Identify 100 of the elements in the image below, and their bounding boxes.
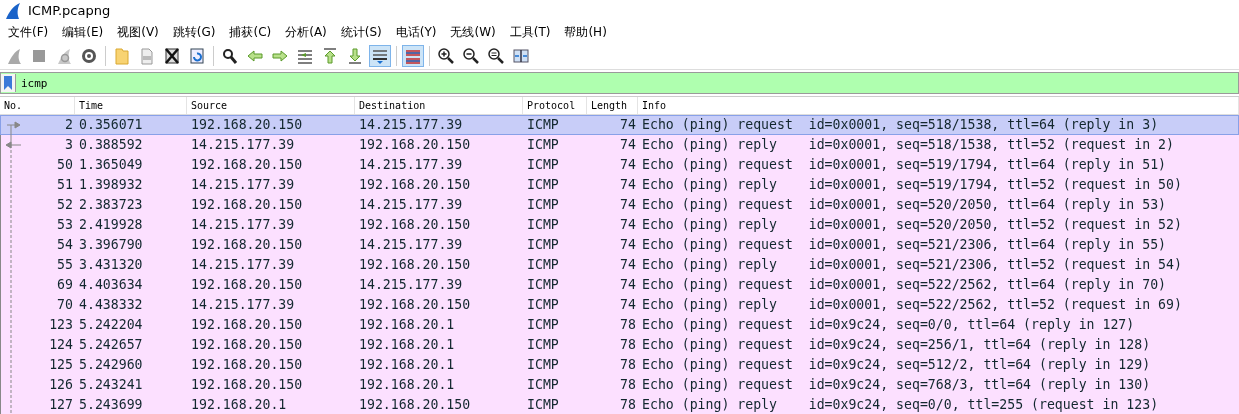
packet-row[interactable]: 3 0.388592 14.215.177.39 192.168.20.150 ICMP 74 Echo (ping) reply id=0x0001, seq=518/1538, ttl=52 (request in 2) — [0, 135, 1239, 155]
table-cell: 5.243241 — [79, 377, 143, 392]
table-cell: 78 — [620, 397, 636, 412]
table-cell: 14.215.177.39 — [359, 117, 463, 132]
colorize-button[interactable] — [402, 45, 424, 67]
table-cell: ICMP — [527, 137, 559, 152]
zoom-out-icon — [462, 47, 480, 65]
stop-icon — [30, 47, 48, 65]
table-cell: 74 — [620, 277, 636, 292]
goto-packet-icon — [296, 47, 314, 65]
down-arrow-icon — [346, 47, 364, 65]
packet-row[interactable]: 70 4.438332 14.215.177.39 192.168.20.150 ICMP 74 Echo (ping) reply id=0x0001, seq=522/2562, ttl=52 (request in 69) — [0, 295, 1239, 315]
column-header[interactable]: Protocol — [523, 97, 587, 114]
packet-row[interactable]: 52 2.383723 192.168.20.150 14.215.177.39 ICMP 74 Echo (ping) request id=0x0001, seq=520/2050, ttl=64 (reply in 53) — [0, 195, 1239, 215]
table-cell: ICMP — [527, 257, 559, 272]
table-cell: 192.168.20.150 — [191, 377, 303, 392]
table-cell: 192.168.20.150 — [191, 117, 303, 132]
table-cell: 5.243699 — [79, 397, 143, 412]
table-cell: 3.396790 — [79, 237, 143, 252]
table-cell: Echo (ping) request id=0x0001, seq=519/1794, ttl=64 (reply in 51) — [642, 157, 1166, 172]
search-icon — [221, 47, 239, 65]
packet-row[interactable]: 51 1.398932 14.215.177.39 192.168.20.150 ICMP 74 Echo (ping) reply id=0x0001, seq=519/1794, ttl=52 (request in 50) — [0, 175, 1239, 195]
table-cell: 74 — [620, 197, 636, 212]
menu-item[interactable]: 编辑(E) — [56, 23, 112, 41]
column-header[interactable]: Length — [587, 97, 638, 114]
table-cell: Echo (ping) reply id=0x0001, seq=518/1538, ttl=52 (request in 2) — [642, 137, 1174, 152]
table-cell: 192.168.20.150 — [191, 197, 303, 212]
table-cell: 124 — [49, 337, 73, 352]
up-arrow-icon — [321, 47, 339, 65]
table-cell: 1.365049 — [79, 157, 143, 172]
table-cell: 5.242204 — [79, 317, 143, 332]
menu-item[interactable]: 分析(A) — [279, 23, 335, 41]
shark-fin-icon — [4, 1, 22, 20]
table-cell: 192.168.20.150 — [359, 397, 471, 412]
packet-row[interactable]: 123 5.242204 192.168.20.150 192.168.20.1 ICMP 78 Echo (ping) request id=0x9c24, seq=0/0, ttl=64 (reply in 127) — [0, 315, 1239, 335]
folder-icon — [113, 47, 131, 65]
table-cell: 14.215.177.39 — [191, 177, 295, 192]
packet-row[interactable]: 53 2.419928 14.215.177.39 192.168.20.150 ICMP 74 Echo (ping) reply id=0x0001, seq=520/2050, ttl=52 (request in 52) — [0, 215, 1239, 235]
table-cell: 74 — [620, 137, 636, 152]
table-cell: 74 — [620, 237, 636, 252]
packet-row[interactable]: 55 3.431320 14.215.177.39 192.168.20.150 ICMP 74 Echo (ping) reply id=0x0001, seq=521/2306, ttl=52 (request in 54) — [0, 255, 1239, 275]
table-cell: 2.419928 — [79, 217, 143, 232]
menu-item[interactable]: 统计(S) — [334, 23, 390, 41]
table-cell: 125 — [49, 357, 73, 372]
table-cell: 192.168.20.150 — [359, 257, 471, 272]
table-cell: 192.168.20.150 — [359, 137, 471, 152]
table-cell: 14.215.177.39 — [191, 137, 295, 152]
table-cell: 78 — [620, 317, 636, 332]
table-cell: 74 — [620, 177, 636, 192]
packet-row[interactable]: 127 5.243699 192.168.20.1 192.168.20.150 ICMP 78 Echo (ping) reply id=0x9c24, seq=0/0, ttl=255 (request in 123) — [0, 395, 1239, 414]
table-cell: 2 — [65, 117, 73, 132]
bookmark-icon — [4, 76, 12, 90]
table-cell: Echo (ping) reply id=0x0001, seq=520/2050, ttl=52 (request in 52) — [642, 217, 1182, 232]
menu-item[interactable]: 文件(F) — [2, 23, 57, 41]
column-header[interactable]: Source — [187, 97, 355, 114]
table-cell: 192.168.20.150 — [359, 217, 471, 232]
table-cell: 5.242960 — [79, 357, 143, 372]
autoscroll-button[interactable] — [369, 45, 391, 67]
packet-row[interactable]: 54 3.396790 192.168.20.150 14.215.177.39 ICMP 74 Echo (ping) request id=0x0001, seq=521/2306, ttl=64 (reply in 55) — [0, 235, 1239, 255]
menu-item[interactable]: 视图(V) — [111, 23, 167, 41]
packet-row[interactable]: 125 5.242960 192.168.20.150 192.168.20.1 ICMP 78 Echo (ping) request id=0x9c24, seq=512/2, ttl=64 (reply in 129) — [0, 355, 1239, 375]
menu-item[interactable]: 帮助(H) — [558, 23, 615, 41]
menu-item[interactable]: 工具(T) — [503, 23, 559, 41]
table-cell: 74 — [620, 157, 636, 172]
left-arrow-icon — [246, 47, 264, 65]
table-cell: 1.398932 — [79, 177, 143, 192]
display-filter-field[interactable]: icmp — [0, 72, 1239, 94]
packet-row[interactable]: 124 5.242657 192.168.20.150 192.168.20.1 ICMP 78 Echo (ping) request id=0x9c24, seq=256/1, ttl=64 (reply in 128) — [0, 335, 1239, 355]
column-header[interactable]: No. — [0, 97, 75, 114]
table-cell: 14.215.177.39 — [359, 157, 463, 172]
table-cell: 123 — [49, 317, 73, 332]
table-cell: Echo (ping) request id=0x9c24, seq=768/3, ttl=64 (reply in 130) — [642, 377, 1151, 392]
menu-item[interactable]: 无线(W) — [444, 23, 504, 41]
column-header[interactable]: Info — [638, 97, 1239, 114]
table-cell: 53 — [57, 217, 73, 232]
column-header[interactable]: Destination — [355, 97, 523, 114]
table-cell: ICMP — [527, 117, 559, 132]
menu-item[interactable]: 电话(Y) — [389, 23, 445, 41]
packet-row[interactable]: 126 5.243241 192.168.20.150 192.168.20.1 ICMP 78 Echo (ping) request id=0x9c24, seq=768/3, ttl=64 (reply in 130) — [0, 375, 1239, 395]
table-cell: 74 — [620, 297, 636, 312]
table-cell: 192.168.20.1 — [359, 317, 455, 332]
table-cell: ICMP — [527, 217, 559, 232]
table-cell: 50 — [57, 157, 73, 172]
menu-item[interactable]: 捕获(C) — [223, 23, 280, 41]
column-header[interactable]: Time — [75, 97, 187, 114]
table-cell: 55 — [57, 257, 73, 272]
table-cell: 4.403634 — [79, 277, 143, 292]
menu-item[interactable]: 跳转(G) — [166, 23, 224, 41]
packet-row[interactable]: 2 0.356071 192.168.20.150 14.215.177.39 ICMP 74 Echo (ping) request id=0x0001, seq=518/1538, ttl=64 (reply in 3) — [0, 115, 1239, 135]
table-cell: 0.388592 — [79, 137, 143, 152]
table-cell: 14.215.177.39 — [359, 197, 463, 212]
table-cell: Echo (ping) reply id=0x9c24, seq=0/0, ttl=255 (request in 123) — [642, 397, 1159, 412]
table-cell: Echo (ping) reply id=0x0001, seq=519/1794, ttl=52 (request in 50) — [642, 177, 1182, 192]
packet-row[interactable]: 69 4.403634 192.168.20.150 14.215.177.39 ICMP 74 Echo (ping) request id=0x0001, seq=522/2562, ttl=64 (reply in 70) — [0, 275, 1239, 295]
table-cell: 14.215.177.39 — [359, 237, 463, 252]
packet-row[interactable]: 50 1.365049 192.168.20.150 14.215.177.39 ICMP 74 Echo (ping) request id=0x0001, seq=519/1794, ttl=64 (reply in 51) — [0, 155, 1239, 175]
file-icon — [138, 47, 156, 65]
table-cell: 192.168.20.1 — [359, 377, 455, 392]
table-cell: ICMP — [527, 157, 559, 172]
fin-icon — [5, 47, 23, 65]
